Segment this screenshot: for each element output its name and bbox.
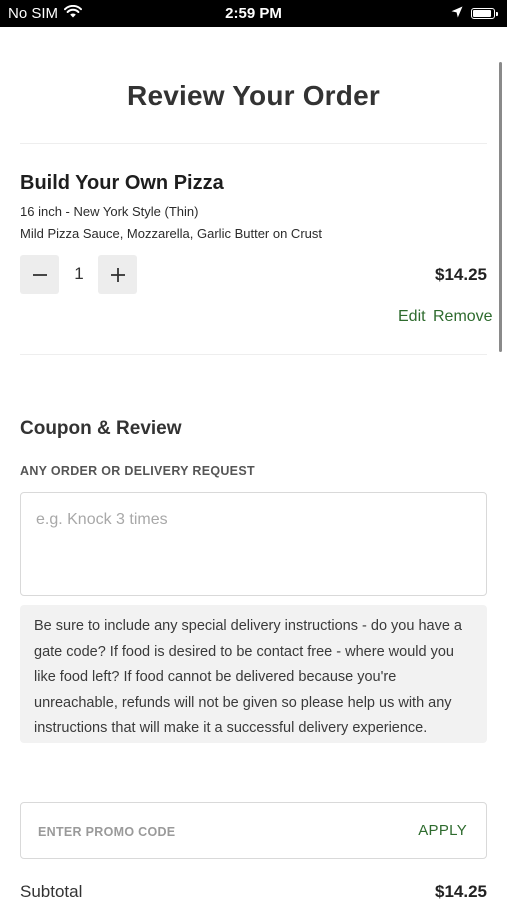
quantity-value: 1: [74, 264, 84, 283]
apply-promo-button[interactable]: APPLY: [418, 822, 467, 839]
item-name: Build Your Own Pizza: [20, 172, 224, 194]
location-arrow-icon: [451, 5, 463, 22]
coupon-review-title: Coupon & Review: [20, 418, 182, 439]
remove-item-link[interactable]: Remove: [433, 308, 493, 326]
subtotal-label: Subtotal: [20, 882, 83, 901]
minus-icon: [32, 273, 47, 276]
status-time: 2:59 PM: [225, 5, 282, 22]
item-size-style: 16 inch - New York Style (Thin): [20, 204, 199, 219]
page-title: Review Your Order: [127, 80, 380, 111]
status-right-group: [451, 5, 498, 22]
plus-icon: [110, 267, 125, 282]
quantity-decrease-button[interactable]: [20, 255, 59, 294]
item-price: $14.25: [435, 265, 487, 284]
delivery-request-input[interactable]: [20, 492, 487, 596]
item-divider: [20, 354, 487, 355]
subtotal-value: $14.25: [435, 882, 487, 901]
edit-item-link[interactable]: Edit: [398, 308, 426, 326]
promo-code-box: APPLY: [20, 802, 487, 860]
title-divider: [20, 143, 487, 144]
quantity-increase-button[interactable]: [98, 255, 137, 294]
promo-code-input[interactable]: [36, 803, 370, 860]
status-bar: No SIM 2:59 PM: [0, 0, 507, 27]
battery-icon: [471, 8, 498, 19]
item-toppings: Mild Pizza Sauce, Mozzarella, Garlic But…: [20, 226, 322, 241]
delivery-instructions-notice: Be sure to include any special delivery …: [20, 605, 487, 743]
battery-fill: [473, 10, 491, 17]
request-label: ANY ORDER OR DELIVERY REQUEST: [20, 464, 255, 478]
